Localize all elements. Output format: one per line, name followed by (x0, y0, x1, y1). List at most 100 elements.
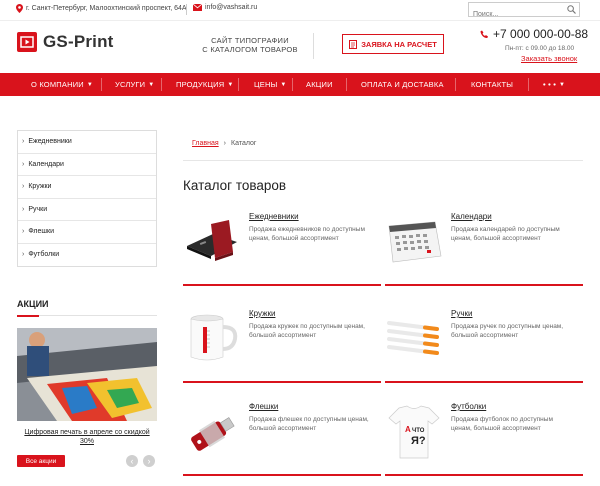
catalog-card-description: Продажа ежедневников по доступным ценам,… (249, 226, 365, 242)
svg-text:Я?: Я? (411, 435, 426, 447)
nav-item-label: АКЦИИ (306, 80, 333, 89)
chevron-right-icon: › (22, 205, 25, 213)
catalog-card-diaries[interactable]: Ежедневники Продажа ежедневников по дост… (183, 212, 381, 292)
card-accent-line (385, 284, 583, 286)
nav-item-label: ЦЕНЫ (254, 80, 278, 89)
tshirt-image[interactable]: А ЧТО Я? (385, 402, 443, 460)
tagline: САЙТ ТИПОГРАФИИ С КАТАЛОГОМ ТОВАРОВ (195, 36, 305, 54)
calendar-image[interactable] (385, 212, 443, 270)
catalog-card-tshirts[interactable]: А ЧТО Я? Футболки Продажа футболок по до… (385, 402, 583, 482)
card-accent-line (183, 381, 381, 383)
chevron-down-icon: ▼ (280, 81, 287, 88)
svg-text:ЧТО: ЧТО (412, 428, 425, 434)
email-link[interactable]: info@vashsait.ru (205, 4, 257, 11)
sidebar-item-label: Флешки (28, 228, 54, 236)
svg-text:А: А (405, 425, 411, 434)
nav-item-label: ПРОДУКЦИЯ (176, 80, 225, 89)
logo[interactable]: GS-Print (17, 32, 114, 52)
breadcrumb: Главная › Каталог (192, 140, 256, 147)
card-accent-line (183, 474, 381, 476)
order-button[interactable]: ЗАЯВКА НА РАСЧЕТ (342, 34, 444, 54)
nav-item-label: О КОМПАНИИ (31, 80, 84, 89)
phone[interactable]: +7 000 000-00-88 (480, 27, 588, 41)
logo-icon (17, 32, 37, 52)
search-box[interactable] (468, 2, 580, 21)
prev-arrow-button[interactable]: ‹ (126, 455, 138, 467)
chevron-right-icon: › (147, 455, 151, 466)
chevron-right-icon: › (22, 138, 25, 146)
tagline-line-2: С КАТАЛОГОМ ТОВАРОВ (202, 45, 298, 54)
nav-item-products[interactable]: ПРОДУКЦИЯ ▼ (176, 80, 234, 89)
more-icon: • • • (543, 80, 557, 89)
email[interactable]: info@vashsait.ru (193, 4, 257, 11)
catalog-card-title[interactable]: Календари (451, 212, 492, 221)
nav-item-label: УСЛУГИ (115, 80, 146, 89)
catalog-card-title[interactable]: Футболки (451, 402, 486, 411)
divider (183, 160, 583, 161)
sidebar-menu: › Ежедневники › Календари › Кружки › Ручки ›… (17, 130, 157, 267)
card-accent-line (183, 284, 381, 286)
logo-text: GS-Print (43, 32, 114, 51)
mail-icon (193, 4, 202, 11)
sidebar-item-calendars[interactable]: › Календари (18, 154, 156, 176)
usb-image[interactable] (183, 402, 241, 460)
sidebar-item-pens[interactable]: › Ручки (18, 199, 156, 221)
sidebar-item-tshirts[interactable]: › Футболки (18, 244, 156, 267)
divider (313, 33, 314, 59)
promo-caption-link[interactable]: Цифровая печать в апреле со скидкой 30% (17, 428, 157, 446)
catalog-card-description: Продажа кружек по доступным ценам, больш… (249, 323, 365, 339)
nav-item-prices[interactable]: ЦЕНЫ ▼ (254, 80, 287, 89)
sidebar-item-diaries[interactable]: › Ежедневники (18, 131, 156, 154)
catalog-card-title[interactable]: Ручки (451, 309, 472, 318)
chevron-down-icon: ▼ (227, 81, 234, 88)
breadcrumb-separator: › (223, 140, 226, 147)
chevron-down-icon: ▼ (86, 81, 94, 88)
mug-image[interactable] (183, 309, 241, 367)
search-icon[interactable] (567, 5, 576, 14)
catalog-card-description: Продажа футболок по доступным ценам, бол… (451, 416, 553, 432)
pens-image[interactable] (385, 309, 443, 367)
catalog-card-pens[interactable]: Ручки Продажа ручек по доступным ценам, … (385, 309, 583, 389)
sidebar-item-label: Календари (28, 160, 64, 168)
card-accent-line (385, 474, 583, 476)
nav-item-promos[interactable]: АКЦИИ (306, 80, 333, 89)
sidebar-item-mugs[interactable]: › Кружки (18, 176, 156, 199)
chevron-left-icon: ‹ (130, 455, 134, 466)
breadcrumb-current: Каталог (231, 140, 257, 147)
nav-item-about[interactable]: О КОМПАНИИ ▼ (31, 80, 93, 89)
all-promos-button[interactable]: Все акции (17, 455, 65, 467)
phone-icon (480, 30, 488, 38)
catalog-card-mugs[interactable]: Кружки Продажа кружек по доступным ценам… (183, 309, 381, 389)
nav-item-services[interactable]: УСЛУГИ ▼ (115, 80, 154, 89)
divider (292, 78, 293, 91)
catalog-card-title[interactable]: Флешки (249, 402, 278, 411)
sidebar-item-usb[interactable]: › Флешки (18, 221, 156, 244)
chevron-right-icon: › (22, 251, 25, 259)
order-button-label: ЗАЯВКА НА РАСЧЕТ (361, 39, 437, 49)
nav-item-delivery[interactable]: ОПЛАТА И ДОСТАВКА (361, 80, 444, 89)
nav-item-contacts[interactable]: КОНТАКТЫ (471, 80, 513, 89)
next-arrow-button[interactable]: › (143, 455, 155, 467)
search-input[interactable] (469, 8, 563, 21)
main-nav: О КОМПАНИИ ▼ УСЛУГИ ▼ ПРОДУКЦИЯ ▼ ЦЕНЫ ▼ АКЦ… (0, 73, 600, 96)
catalog-card-usb[interactable]: Флешки Продажа флешек по доступным ценам… (183, 402, 381, 482)
divider (238, 78, 239, 91)
top-bar: г. Санкт-Петербург, Малоохтинский проспе… (0, 0, 600, 21)
catalog-card-title[interactable]: Кружки (249, 309, 275, 318)
chevron-right-icon: › (22, 183, 25, 191)
phone-number: +7 000 000-00-88 (493, 27, 589, 41)
nav-item-label: КОНТАКТЫ (471, 80, 514, 89)
catalog-card-calendars[interactable]: Календари Продажа календарей по доступны… (385, 212, 583, 292)
diary-image[interactable] (183, 212, 241, 270)
nav-item-more[interactable]: • • • ▼ (543, 80, 565, 89)
callback-link[interactable]: Заказать звонок (521, 54, 577, 63)
chevron-right-icon: › (22, 228, 25, 236)
breadcrumb-home[interactable]: Главная (192, 140, 219, 147)
document-icon (349, 39, 358, 49)
location-pin-icon (16, 4, 23, 13)
chevron-right-icon: › (22, 160, 25, 168)
promo-image[interactable] (17, 328, 157, 421)
catalog-card-title[interactable]: Ежедневники (249, 212, 299, 221)
divider (186, 4, 187, 15)
sidebar-item-label: Ручки (28, 205, 48, 213)
